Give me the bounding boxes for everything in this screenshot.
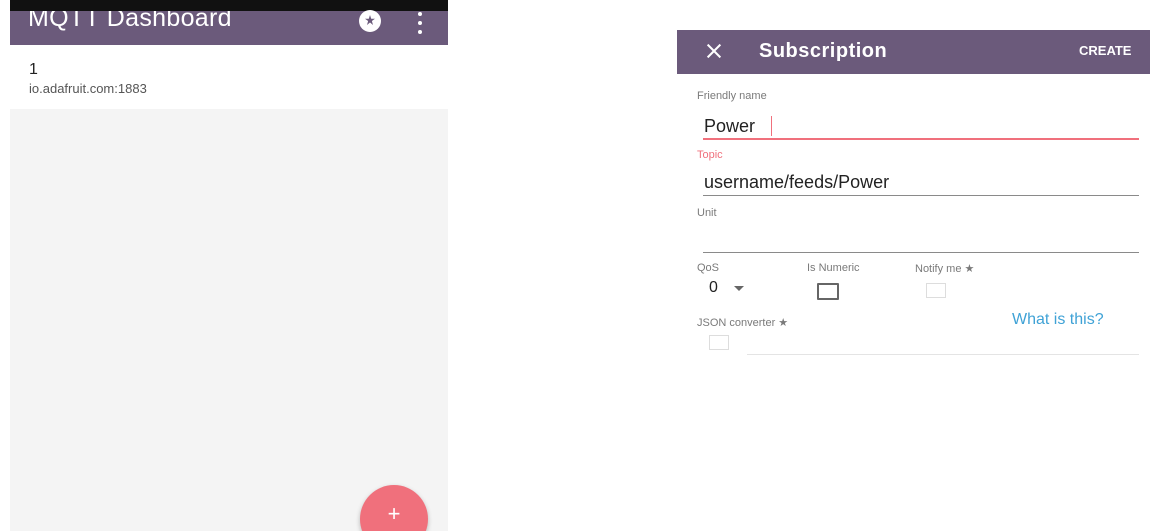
plus-icon: +: [387, 501, 401, 526]
star-icon[interactable]: [359, 10, 381, 32]
text-cursor: [771, 116, 772, 136]
broker-list-item[interactable]: 1 io.adafruit.com:1883: [10, 45, 448, 109]
json-converter-label: JSON converter ★: [697, 317, 789, 329]
is-numeric-checkbox[interactable]: [817, 283, 839, 300]
what-is-this-link[interactable]: What is this?: [1012, 311, 1104, 329]
status-bar: [10, 0, 448, 11]
add-broker-button[interactable]: +: [360, 485, 428, 531]
topic-label: Topic: [697, 149, 723, 161]
json-converter-input[interactable]: [747, 354, 1139, 355]
json-converter-checkbox[interactable]: [709, 335, 729, 350]
dropdown-caret-icon[interactable]: [734, 286, 744, 291]
unit-label: Unit: [697, 207, 717, 219]
subscription-toolbar: Subscription CREATE: [677, 30, 1150, 74]
friendly-name-input[interactable]: Power: [704, 116, 755, 137]
friendly-name-underline: [703, 138, 1139, 140]
create-button[interactable]: CREATE: [1079, 43, 1131, 58]
topic-input[interactable]: username/feeds/Power: [704, 172, 889, 193]
close-icon[interactable]: [703, 40, 725, 62]
broker-name: 1: [29, 61, 38, 78]
dashboard-toolbar: MQTT Dashboard: [10, 0, 448, 45]
notify-me-checkbox[interactable]: [926, 283, 946, 298]
friendly-name-label: Friendly name: [697, 90, 767, 102]
topic-underline: [703, 195, 1139, 196]
overflow-menu-icon[interactable]: [414, 12, 426, 34]
notify-me-label: Notify me ★: [915, 263, 975, 275]
broker-host: io.adafruit.com:1883: [29, 81, 147, 96]
page-title: Subscription: [759, 40, 888, 62]
dashboard-screen: MQTT Dashboard 1 io.adafruit.com:1883 +: [10, 0, 448, 531]
qos-select[interactable]: 0: [709, 279, 718, 297]
qos-label: QoS: [697, 262, 720, 274]
subscription-screen: Subscription CREATE Friendly name Power …: [677, 30, 1150, 531]
unit-input[interactable]: [703, 252, 1139, 253]
is-numeric-label: Is Numeric: [807, 262, 860, 274]
